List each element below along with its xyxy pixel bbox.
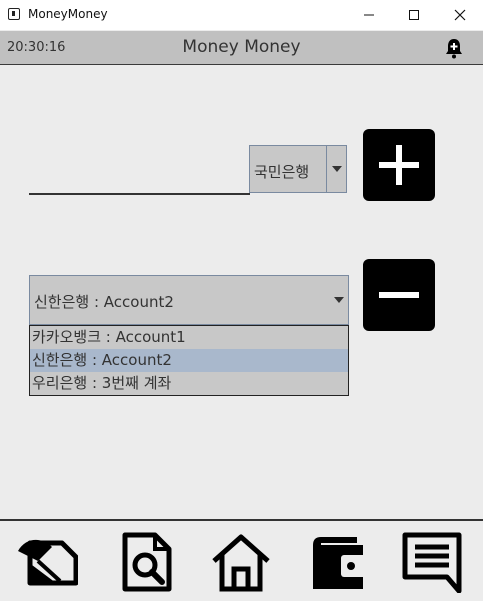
- nav-chat-button[interactable]: [401, 531, 463, 593]
- nav-home-button[interactable]: [210, 531, 272, 593]
- window-title-bar: MoneyMoney: [0, 0, 483, 30]
- edit-note-icon: [18, 539, 78, 586]
- account-option[interactable]: 카카오뱅크 : Account1: [30, 326, 348, 349]
- minimize-icon: [364, 14, 374, 16]
- account-select-value: 신한은행 : Account2: [34, 293, 174, 311]
- account-select[interactable]: 신한은행 : Account2: [29, 275, 349, 325]
- maximize-button[interactable]: [391, 0, 437, 30]
- search-document-icon: [122, 532, 172, 592]
- dropdown-arrow-icon[interactable]: [329, 276, 348, 324]
- bottom-nav: [0, 519, 483, 601]
- window-title: MoneyMoney: [28, 7, 108, 21]
- home-icon: [212, 534, 270, 592]
- bell-plus-icon[interactable]: [444, 37, 464, 59]
- nav-edit-button[interactable]: [16, 531, 78, 593]
- add-button[interactable]: [363, 129, 435, 201]
- wallet-icon: [313, 537, 367, 589]
- chat-icon: [402, 532, 462, 593]
- app-header: 20:30:16 Money Money: [0, 31, 483, 65]
- amount-input[interactable]: [29, 193, 250, 195]
- account-option-selected[interactable]: 신한은행 : Account2: [30, 349, 348, 372]
- bank-select-value: 국민은행: [254, 163, 310, 181]
- close-button[interactable]: [437, 0, 483, 30]
- account-option[interactable]: 우리은행 : 3번째 계좌: [30, 372, 348, 395]
- nav-wallet-button[interactable]: [307, 531, 369, 593]
- dropdown-arrow-icon[interactable]: [326, 146, 346, 192]
- maximize-icon: [409, 10, 419, 20]
- minus-icon: [379, 292, 419, 298]
- bank-select[interactable]: 국민은행: [249, 145, 347, 193]
- close-icon: [454, 9, 466, 21]
- app-title: Money Money: [182, 37, 301, 57]
- plus-icon: [379, 145, 419, 185]
- account-dropdown-list[interactable]: 카카오뱅크 : Account1 신한은행 : Account2 우리은행 : …: [29, 325, 349, 396]
- app-icon: [8, 8, 20, 20]
- nav-search-button[interactable]: [117, 531, 179, 593]
- minimize-button[interactable]: [346, 0, 392, 30]
- remove-button[interactable]: [363, 259, 435, 331]
